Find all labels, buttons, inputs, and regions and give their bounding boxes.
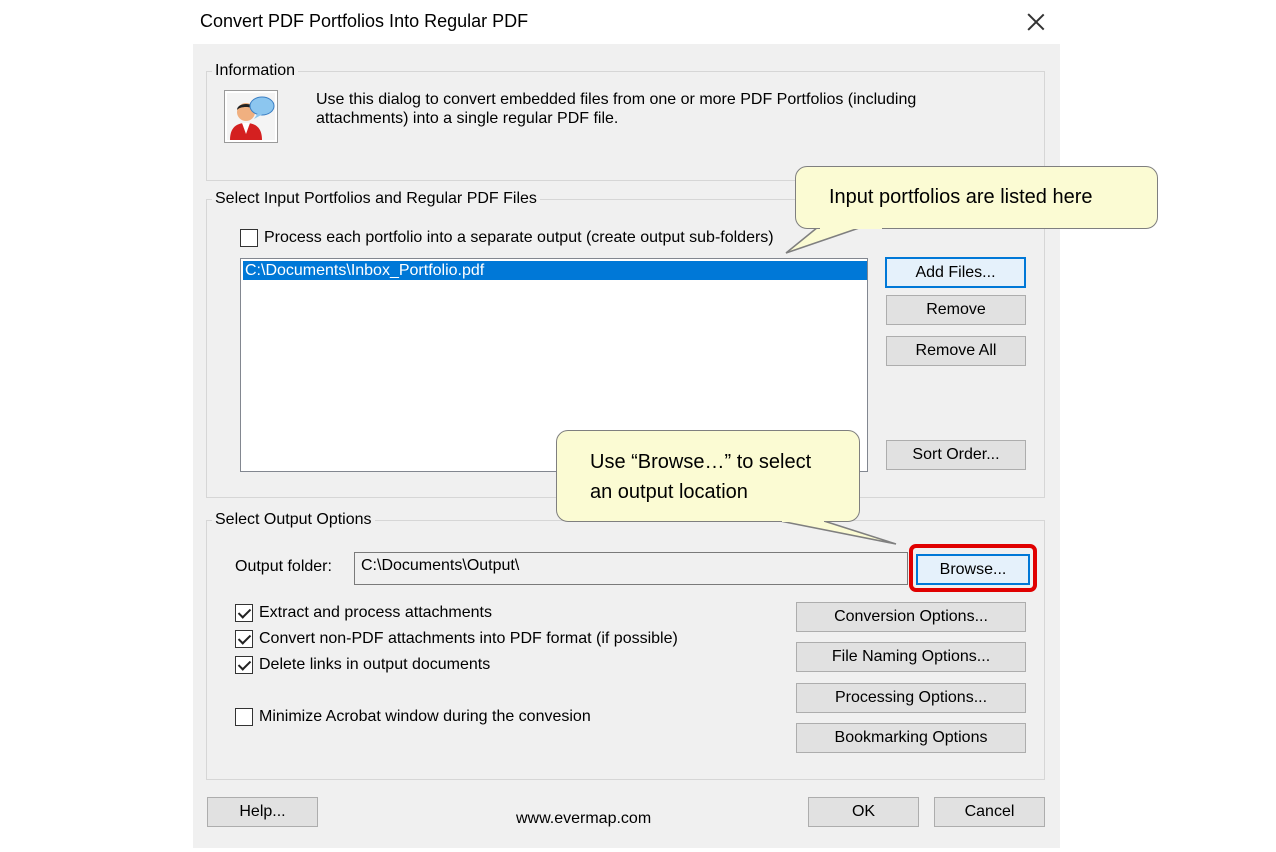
input-callout-pointer-mask [820, 226, 882, 229]
user-chat-icon [224, 90, 278, 143]
close-icon[interactable] [1024, 10, 1048, 34]
information-text-line1: Use this dialog to convert embedded file… [316, 91, 917, 108]
output-legend: Select Output Options [212, 511, 375, 529]
delete-links-label: Delete links in output documents [259, 656, 491, 673]
browse-highlight-frame [909, 544, 1037, 592]
browse-callout-text-line1: Use “Browse…” to select [590, 451, 812, 473]
remove-button[interactable]: Remove [886, 295, 1026, 325]
list-item[interactable]: C:\Documents\Inbox_Portfolio.pdf [243, 261, 867, 280]
bookmarking-options-button[interactable]: Bookmarking Options [796, 723, 1026, 753]
input-callout: Input portfolios are listed here [795, 166, 1158, 229]
separate-output-label: Process each portfolio into a separate o… [264, 229, 774, 246]
information-text-line2: attachments) into a single regular PDF f… [316, 110, 619, 127]
dialog-title: Convert PDF Portfolios Into Regular PDF [200, 11, 529, 31]
separate-output-checkbox[interactable] [240, 229, 258, 247]
convert-non-pdf-checkbox[interactable] [235, 630, 253, 648]
minimize-acrobat-label: Minimize Acrobat window during the conve… [259, 708, 591, 725]
website-link[interactable]: www.evermap.com [516, 810, 651, 828]
cancel-button[interactable]: Cancel [934, 797, 1045, 827]
processing-options-button[interactable]: Processing Options... [796, 683, 1026, 713]
extract-attachments-checkbox[interactable] [235, 604, 253, 622]
add-files-button[interactable]: Add Files... [885, 257, 1026, 288]
conversion-options-button[interactable]: Conversion Options... [796, 602, 1026, 632]
help-button[interactable]: Help... [207, 797, 318, 827]
information-legend: Information [212, 62, 299, 80]
extract-attachments-label: Extract and process attachments [259, 604, 492, 621]
output-folder-label: Output folder: [235, 558, 332, 575]
remove-all-button[interactable]: Remove All [886, 336, 1026, 366]
file-naming-options-button[interactable]: File Naming Options... [796, 642, 1026, 672]
browse-callout: Use “Browse…” to select an output locati… [556, 430, 860, 522]
convert-non-pdf-label: Convert non-PDF attachments into PDF for… [259, 630, 678, 647]
output-folder-field[interactable]: C:\Documents\Output\ [354, 552, 908, 585]
input-callout-text: Input portfolios are listed here [829, 186, 1093, 208]
input-legend: Select Input Portfolios and Regular PDF … [212, 190, 540, 208]
minimize-acrobat-checkbox[interactable] [235, 708, 253, 726]
sort-order-button[interactable]: Sort Order... [886, 440, 1026, 470]
browse-callout-pointer-mask [782, 519, 824, 522]
delete-links-checkbox[interactable] [235, 656, 253, 674]
browse-callout-text-line2: an output location [590, 481, 748, 503]
ok-button[interactable]: OK [808, 797, 919, 827]
